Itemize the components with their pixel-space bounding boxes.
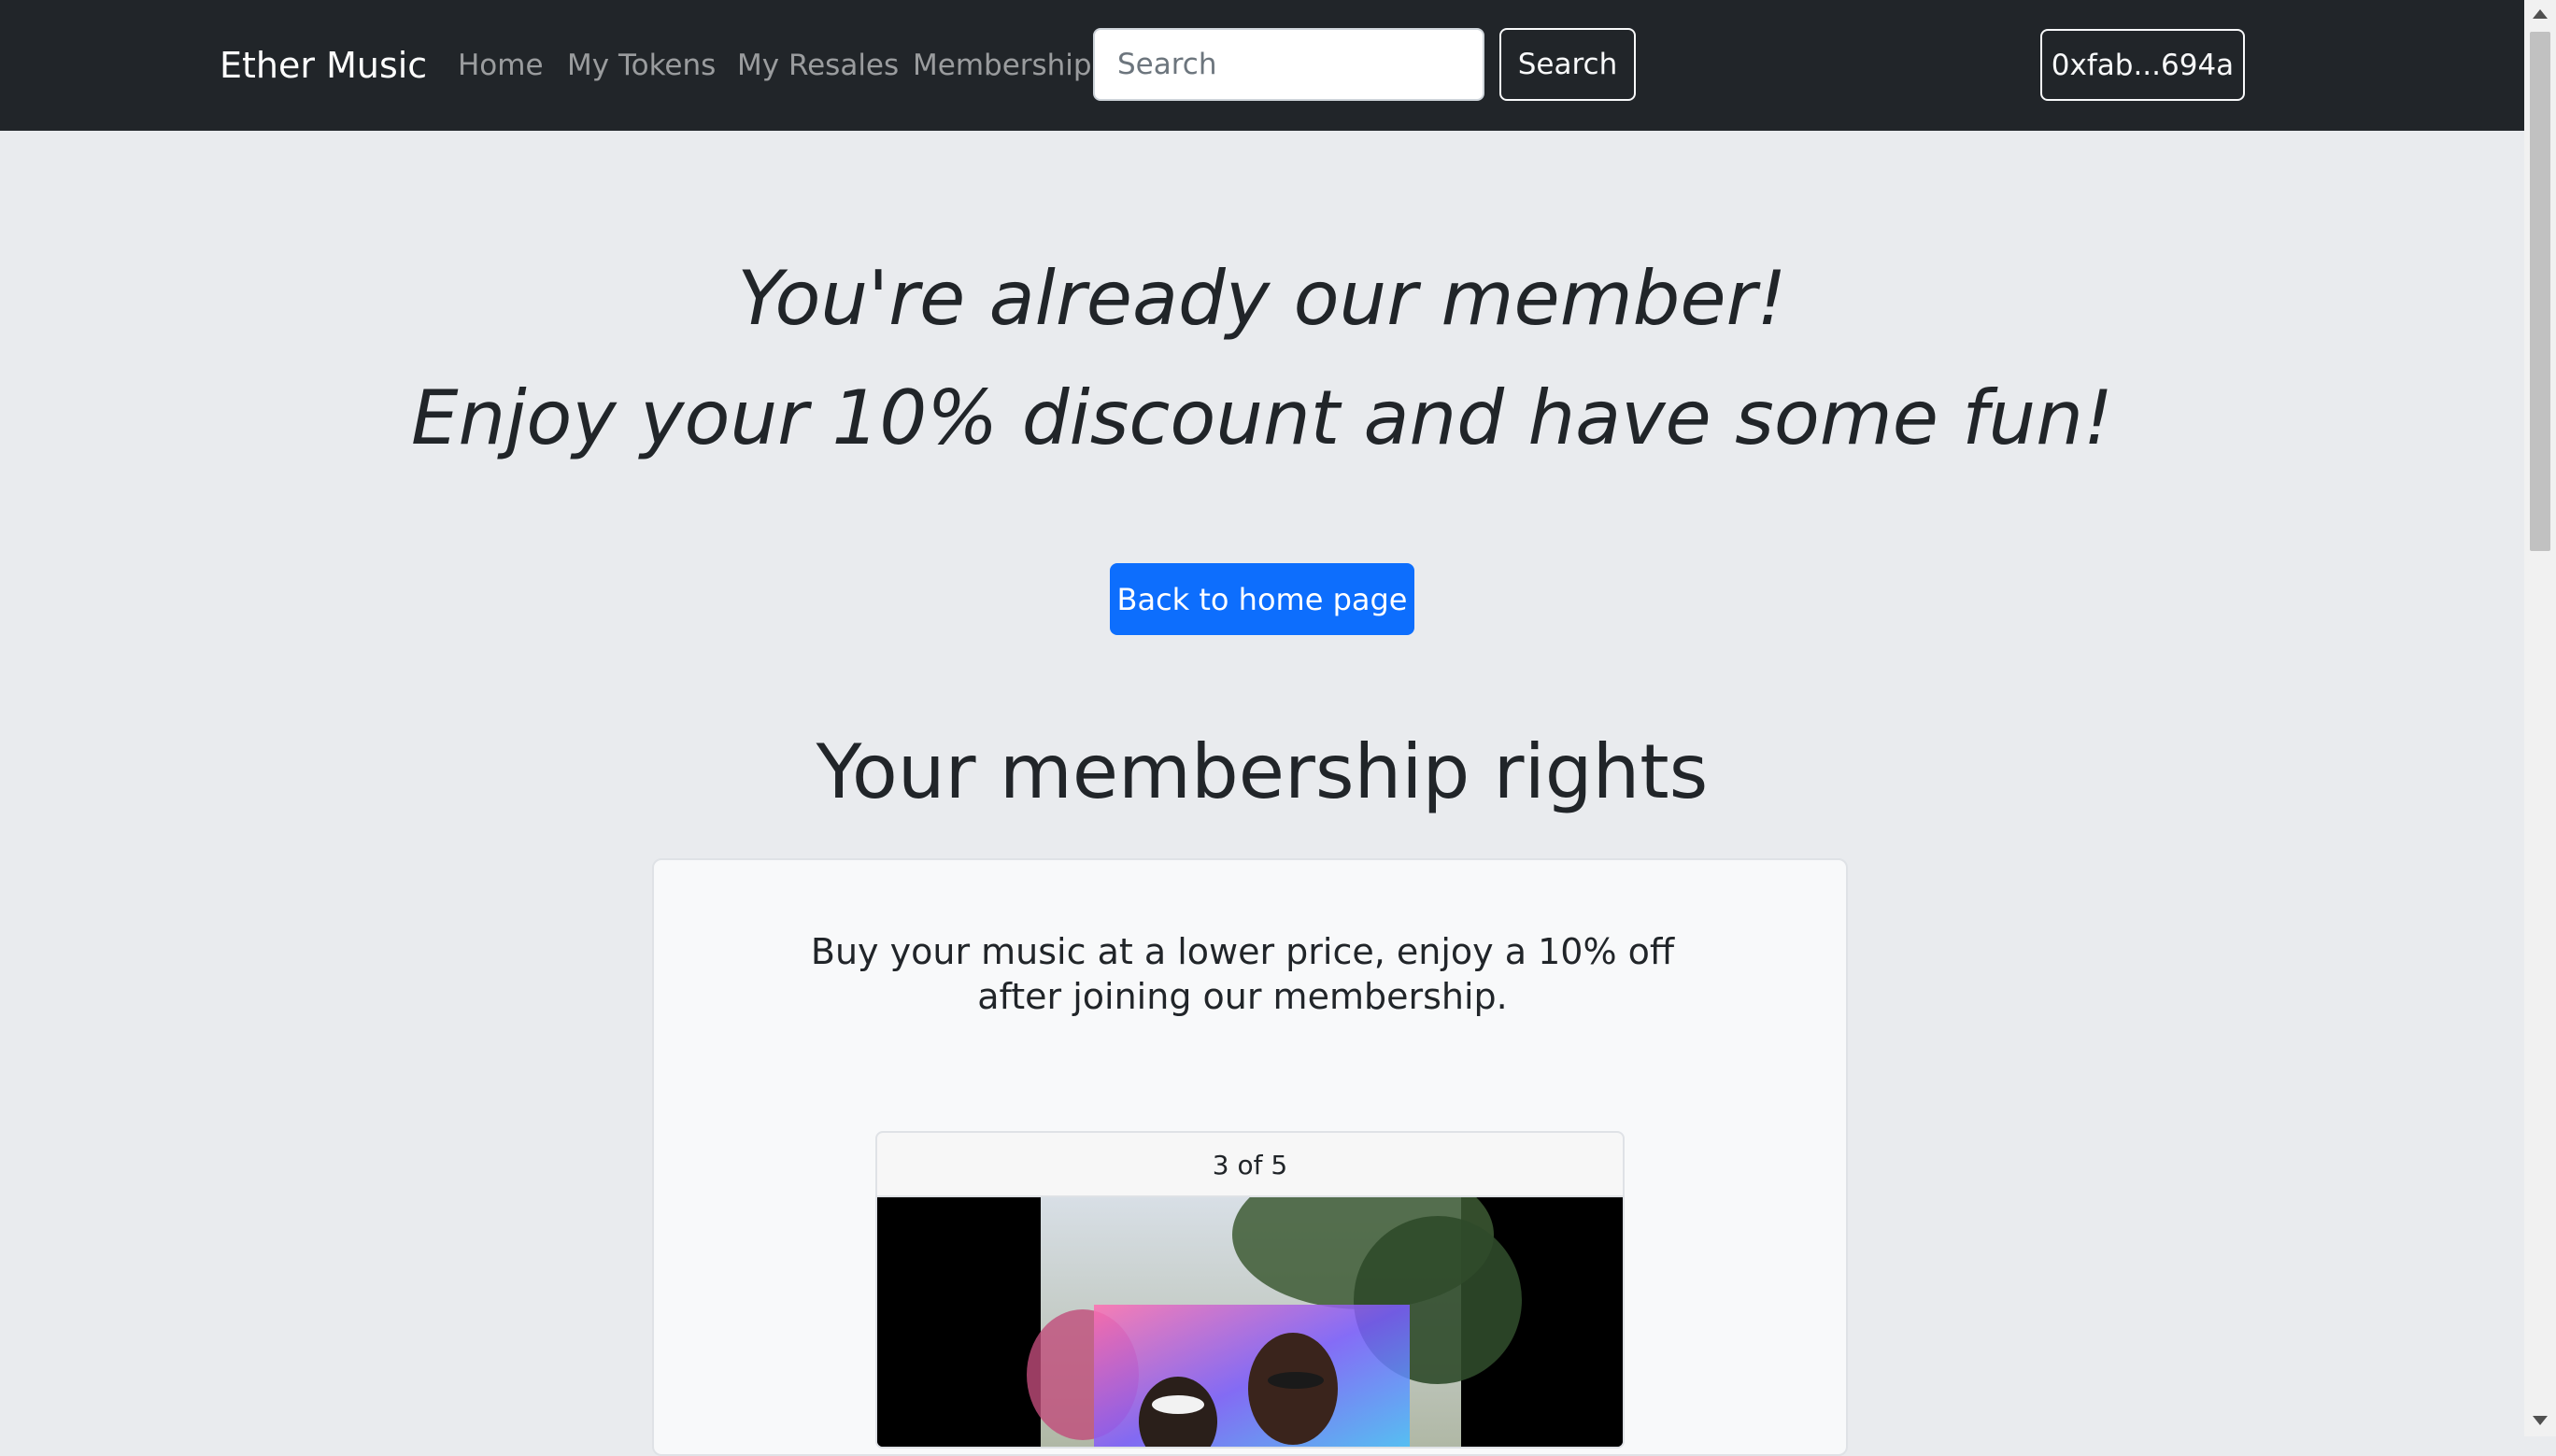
scroll-down-arrow-icon[interactable] — [2533, 1416, 2548, 1425]
image-carousel[interactable]: 3 of 5 — [875, 1131, 1625, 1449]
top-navbar: Ether Music Home My Tokens My Resales Me… — [0, 0, 2524, 131]
scroll-up-arrow-icon[interactable] — [2533, 9, 2548, 19]
page-scrollbar[interactable] — [2524, 0, 2556, 1436]
discount-headline: Enjoy your 10% discount and have some fu… — [410, 375, 2114, 461]
nav-link-my-resales[interactable]: My Resales — [737, 45, 899, 86]
carousel-counter: 3 of 5 — [877, 1133, 1623, 1197]
nav-link-home[interactable]: Home — [458, 45, 544, 86]
search-input[interactable] — [1093, 28, 1484, 101]
nav-link-membership[interactable]: Membership — [913, 45, 1092, 86]
membership-rights-text: Buy your music at a lower price, enjoy a… — [810, 931, 1675, 1017]
carousel-slide-image — [877, 1160, 1623, 1447]
search-button[interactable]: Search — [1499, 28, 1636, 101]
membership-rights-title: Your membership rights — [816, 728, 1709, 815]
wallet-address-button[interactable]: 0xfab...694a — [2040, 29, 2245, 101]
member-headline: You're already our member! — [737, 255, 1787, 342]
nav-link-my-tokens[interactable]: My Tokens — [567, 45, 716, 86]
back-to-home-button[interactable]: Back to home page — [1110, 563, 1414, 635]
scrollbar-thumb[interactable] — [2530, 32, 2550, 551]
band-photo-image — [877, 1160, 1623, 1447]
brand-logo[interactable]: Ether Music — [220, 41, 427, 90]
